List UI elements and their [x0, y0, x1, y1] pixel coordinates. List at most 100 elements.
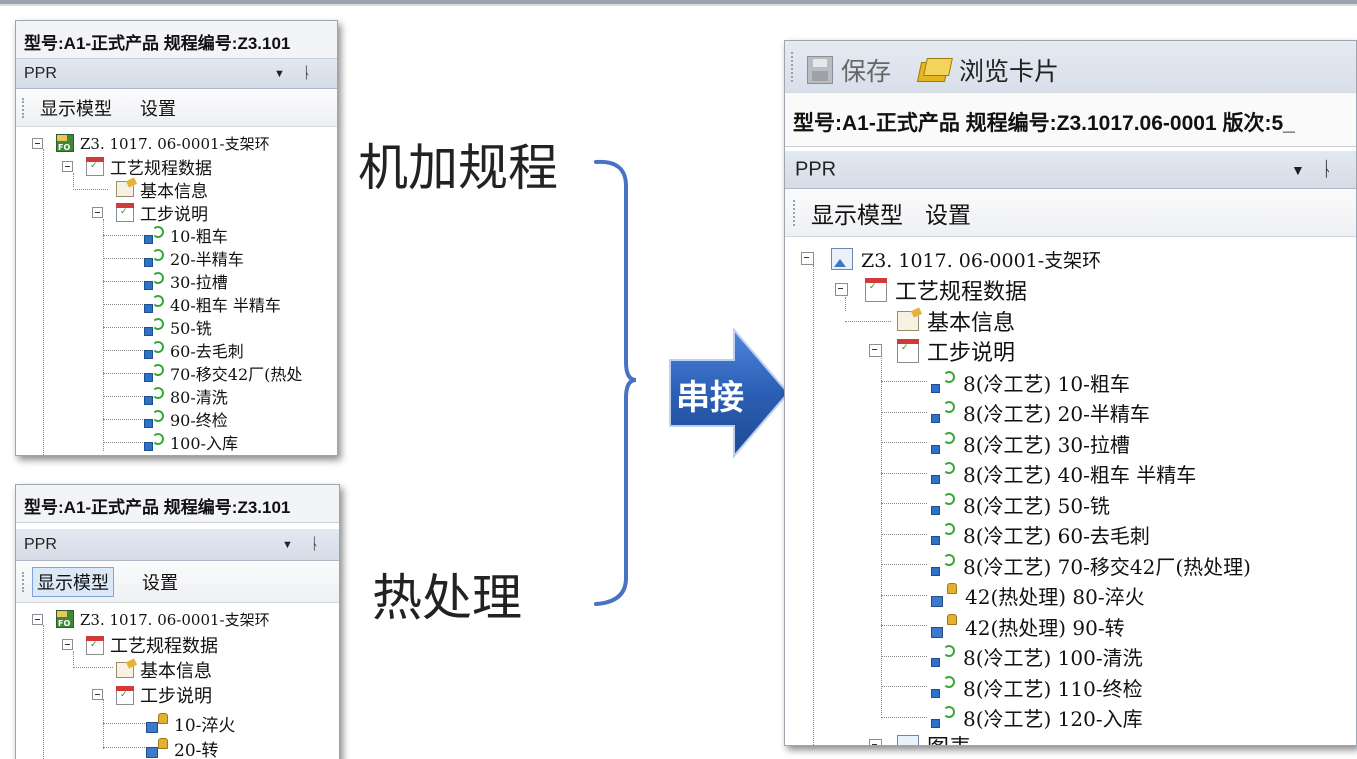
- heat-treatment-label: 热处理: [372, 569, 522, 627]
- heat-step-icon: [146, 713, 168, 733]
- dropdown-icon[interactable]: ▼: [1291, 162, 1305, 178]
- ppr-title: PPR: [795, 158, 837, 180]
- heat-step-icon: [931, 614, 957, 638]
- ppr-bar: PPR ▼ ᚿ: [16, 59, 337, 89]
- collapse-toggle[interactable]: [62, 639, 73, 650]
- info-card-icon: [897, 311, 919, 331]
- show-model-button[interactable]: 显示模型: [811, 196, 903, 230]
- tree-step[interactable]: 10-粗车: [144, 224, 228, 246]
- tree-node-charts[interactable]: 图表: [897, 731, 971, 745]
- tree-root[interactable]: Z3. 1017. 06-0001-支架环: [56, 132, 270, 154]
- step-icon: [931, 462, 955, 484]
- toolbar-grip: [22, 571, 25, 592]
- toolbar-grip: [793, 199, 796, 226]
- pin-icon[interactable]: ᚿ: [310, 536, 320, 554]
- tree-step[interactable]: 60-去毛刺: [144, 339, 244, 361]
- panel-header-text: 型号:A1-正式产品 规程编号:Z3.101: [24, 498, 291, 517]
- calendar-check-icon: [897, 339, 919, 363]
- tree-step[interactable]: 40-粗车 半精车: [144, 293, 281, 315]
- part-icon: [56, 134, 74, 152]
- panel-header-text: 型号:A1-正式产品 规程编号:Z3.1017.06-0001 版次:5_: [793, 112, 1295, 135]
- step-icon: [931, 371, 955, 393]
- tree-step[interactable]: 42(热处理) 80-淬火: [931, 580, 1145, 610]
- collapse-toggle[interactable]: [32, 138, 43, 149]
- ppr-bar: PPR ▼ ᚿ: [785, 151, 1356, 189]
- calendar-check-icon: [86, 156, 104, 176]
- collapse-toggle[interactable]: [32, 614, 43, 625]
- expand-toggle[interactable]: [869, 739, 882, 745]
- tree-step[interactable]: 70-移交42厂(热处: [144, 362, 302, 384]
- show-model-button[interactable]: 显示模型: [32, 566, 114, 597]
- tree-node-process-data[interactable]: 工艺规程数据: [865, 275, 1027, 305]
- tree-node-steps[interactable]: 工步说明: [116, 683, 212, 707]
- collapse-toggle[interactable]: [801, 252, 814, 265]
- tree-step[interactable]: 42(热处理) 90-转: [931, 611, 1125, 641]
- toolbar-grip: [22, 97, 25, 118]
- step-icon: [931, 645, 955, 667]
- collapse-toggle[interactable]: [835, 283, 848, 296]
- tree-step[interactable]: 20-半精车: [144, 247, 244, 269]
- tree-step[interactable]: 8(冷工艺) 60-去毛刺: [931, 519, 1150, 549]
- tree-step[interactable]: 50-铣: [144, 316, 212, 338]
- tree-step[interactable]: 8(冷工艺) 120-入库: [931, 702, 1143, 732]
- heat-step-icon: [146, 738, 168, 758]
- tree-step[interactable]: 8(冷工艺) 70-移交42厂(热处理): [931, 550, 1251, 580]
- calendar-check-icon: [86, 635, 104, 655]
- show-model-button[interactable]: 显示模型: [40, 95, 112, 121]
- tree-step[interactable]: 8(冷工艺) 50-铣: [931, 489, 1110, 519]
- collapse-toggle[interactable]: [92, 207, 103, 218]
- pin-icon[interactable]: ᚿ: [302, 65, 312, 83]
- tree-step[interactable]: 80-清洗: [144, 385, 228, 407]
- browse-cards-button[interactable]: 浏览卡片: [917, 52, 1059, 88]
- tree-node-basic-info[interactable]: 基本信息: [116, 658, 212, 682]
- cards-icon: [917, 56, 951, 84]
- step-icon: [931, 523, 955, 545]
- dropdown-icon[interactable]: ▼: [274, 68, 285, 80]
- tree-step[interactable]: 8(冷工艺) 10-粗车: [931, 367, 1130, 397]
- tree-step[interactable]: 100-入库: [144, 431, 238, 453]
- step-icon: [931, 493, 955, 515]
- tree-node-basic-info[interactable]: 基本信息: [897, 306, 1015, 336]
- dropdown-icon[interactable]: ▼: [282, 539, 293, 551]
- concatenate-label: 串接: [676, 378, 744, 418]
- collapse-toggle[interactable]: [62, 161, 73, 172]
- tree-step[interactable]: 8(冷工艺) 20-半精车: [931, 397, 1150, 427]
- tree-step[interactable]: 8(冷工艺) 100-清洗: [931, 641, 1143, 671]
- heat-treatment-panel: 型号:A1-正式产品 规程编号:Z3.101 PPR ▼ ᚿ 显示模型 设置 Z…: [15, 484, 340, 759]
- collapse-toggle[interactable]: [92, 689, 103, 700]
- tree-step[interactable]: 10-淬火: [146, 711, 235, 736]
- panel-toolbar: 显示模型 设置: [785, 189, 1356, 237]
- save-icon: [807, 56, 833, 84]
- step-icon: [144, 341, 164, 359]
- tree-root[interactable]: Z3. 1017. 06-0001-支架环: [831, 245, 1101, 273]
- step-icon: [144, 226, 164, 244]
- pin-icon[interactable]: ᚿ: [1321, 158, 1333, 181]
- tree-step[interactable]: 8(冷工艺) 40-粗车 半精车: [931, 458, 1196, 488]
- tree-node-process-data[interactable]: 工艺规程数据: [86, 633, 218, 657]
- tree-node-steps[interactable]: 工步说明: [897, 336, 1015, 366]
- step-icon: [144, 387, 164, 405]
- collapse-toggle[interactable]: [869, 344, 882, 357]
- main-toolbar: 保存 浏览卡片: [785, 41, 1356, 93]
- tree-step[interactable]: 20-转: [146, 736, 218, 759]
- tree-step[interactable]: 90-终检: [144, 408, 228, 430]
- tree-step[interactable]: 30-拉槽: [144, 270, 228, 292]
- step-icon: [144, 364, 164, 382]
- tree-step[interactable]: 8(冷工艺) 110-终检: [931, 672, 1143, 702]
- tree-node-basic-info[interactable]: 基本信息: [116, 178, 208, 202]
- process-tree: Z3. 1017. 06-0001-支架环 工艺规程数据 基本信息 工步说明 1…: [16, 127, 337, 455]
- panel-header: 型号:A1-正式产品 规程编号:Z3.101: [16, 21, 337, 59]
- top-border-shadow: [0, 4, 1357, 6]
- tree-node-steps[interactable]: 工步说明: [116, 201, 208, 225]
- heat-step-icon: [931, 583, 957, 607]
- tree-step[interactable]: 8(冷工艺) 30-拉槽: [931, 428, 1130, 458]
- settings-button[interactable]: 设置: [140, 95, 176, 121]
- settings-button[interactable]: 设置: [925, 196, 971, 230]
- tree-root[interactable]: Z3. 1017. 06-0001-支架环: [56, 608, 270, 630]
- chart-icon: [897, 735, 919, 745]
- settings-button[interactable]: 设置: [142, 569, 178, 595]
- calendar-check-icon: [116, 202, 134, 222]
- save-button[interactable]: 保存: [807, 52, 891, 88]
- step-icon: [144, 433, 164, 451]
- tree-node-process-data[interactable]: 工艺规程数据: [86, 155, 212, 179]
